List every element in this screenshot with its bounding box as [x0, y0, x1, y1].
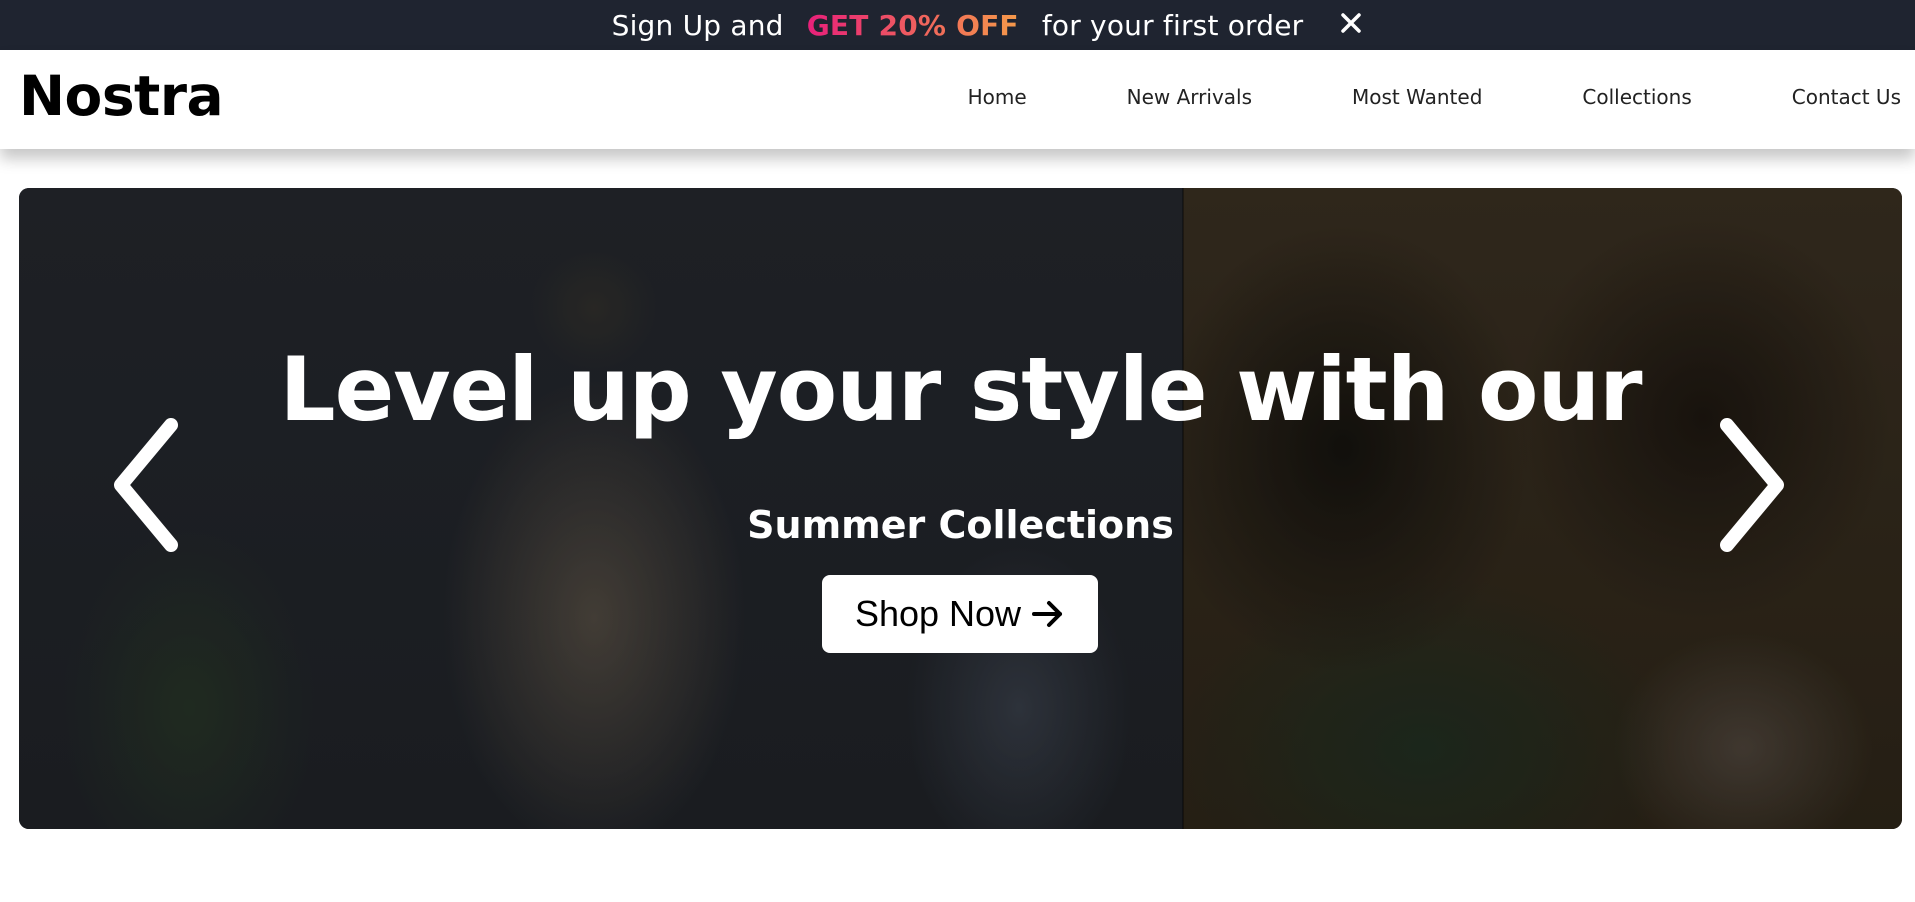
arrow-right-icon — [1032, 601, 1063, 627]
carousel-next-button[interactable] — [1704, 410, 1794, 560]
promo-highlight: GET 20% OFF — [806, 8, 1019, 42]
hero-heading: Level up your style with our — [279, 338, 1643, 441]
nav-link-new-arrivals[interactable]: New Arrivals — [1127, 85, 1252, 109]
nav-link-contact-us[interactable]: Contact Us — [1792, 85, 1901, 109]
promo-bar: Sign Up and GET 20% OFF for your first o… — [0, 0, 1915, 50]
nav-links: Home New Arrivals Most Wanted Collection… — [868, 85, 1901, 109]
hero-subheading: Summer Collections — [747, 503, 1174, 547]
promo-text-before: Sign Up and — [611, 8, 784, 42]
logo[interactable]: Nostra — [19, 64, 224, 128]
promo-message: Sign Up and GET 20% OFF for your first o… — [612, 9, 1304, 42]
chevron-left-icon — [114, 418, 178, 552]
nav-link-home[interactable]: Home — [968, 85, 1027, 109]
carousel-prev-button[interactable] — [104, 410, 194, 560]
shop-now-button[interactable]: Shop Now — [822, 575, 1098, 653]
navbar: Nostra Home New Arrivals Most Wanted Col… — [0, 50, 1915, 149]
shop-now-label: Shop Now — [854, 593, 1022, 634]
nav-link-most-wanted[interactable]: Most Wanted — [1352, 85, 1482, 109]
chevron-right-icon — [1720, 418, 1784, 552]
close-icon — [1341, 13, 1361, 33]
promo-close-button[interactable] — [1336, 8, 1366, 38]
hero-carousel: Level up your style with our Summer Coll… — [19, 188, 1902, 829]
nav-link-collections[interactable]: Collections — [1582, 85, 1691, 109]
promo-text-after: for your first order — [1041, 8, 1304, 42]
